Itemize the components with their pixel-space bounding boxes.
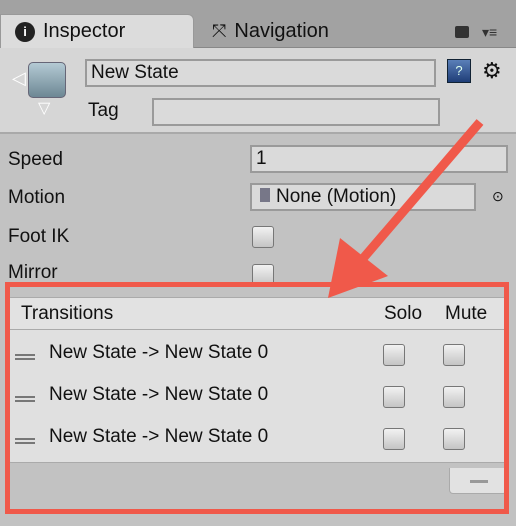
annotation-arrow	[328, 119, 484, 298]
